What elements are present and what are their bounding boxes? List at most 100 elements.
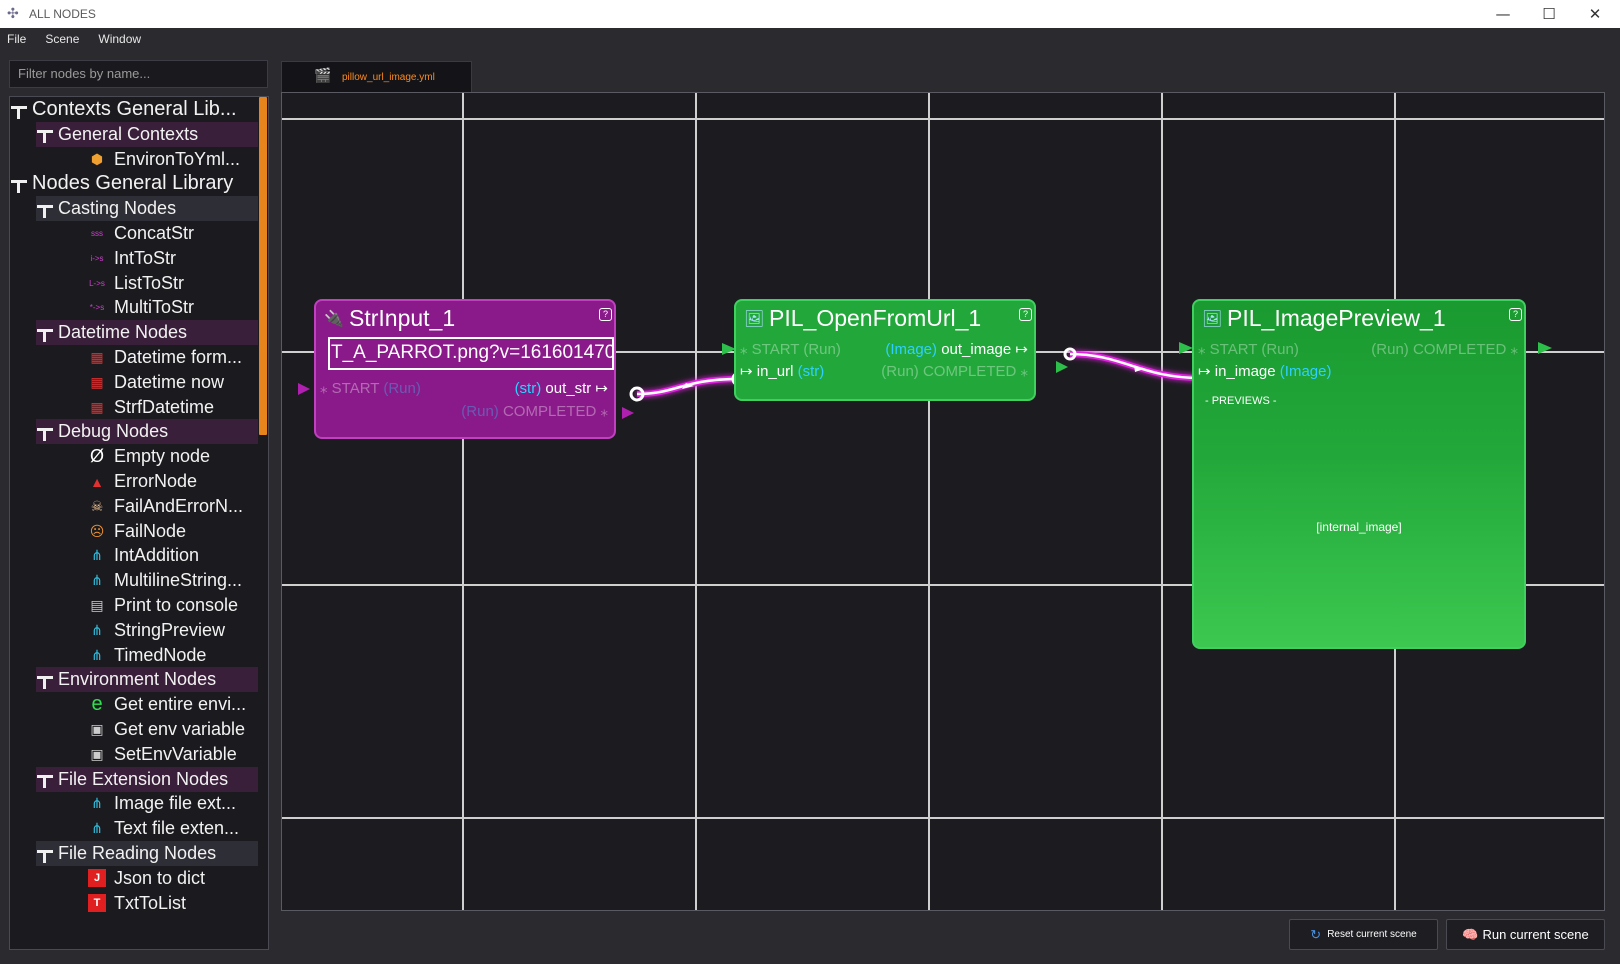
tree-item-label: FailNode bbox=[114, 520, 187, 541]
variable-box-icon: ▣ bbox=[90, 721, 104, 737]
tree-item-label: Text file exten... bbox=[114, 818, 240, 839]
tree-node-item[interactable]: i->s IntToStr bbox=[88, 246, 176, 271]
e-letter-icon: e bbox=[91, 693, 103, 716]
tree-node-item[interactable]: sss ConcatStr bbox=[88, 221, 194, 246]
tab-scene-file[interactable]: 🎬 pillow_url_image.yml bbox=[281, 61, 472, 92]
tree-category[interactable]: Environment Nodes bbox=[36, 667, 258, 693]
string-value-input[interactable]: T_A_PARROT.png?v=1616014705 bbox=[328, 337, 614, 370]
filter-nodes-input[interactable]: Filter nodes by name... bbox=[9, 60, 268, 88]
tree-item-label: TxtToList bbox=[114, 892, 187, 913]
node-pil-imagepreview[interactable]: 🖼 PIL_ImagePreview_1 ? ⁎ START (Run) (Ru… bbox=[1192, 299, 1526, 649]
tree-scrollbar[interactable] bbox=[259, 97, 267, 435]
tree-node-item[interactable]: ▤ Print to console bbox=[88, 593, 238, 618]
collapse-tee-icon[interactable] bbox=[36, 125, 54, 144]
tree-item-label: StrfDatetime bbox=[114, 396, 215, 417]
menu-file[interactable]: File bbox=[0, 32, 33, 46]
tree-node-item[interactable]: ⋔ TimedNode bbox=[88, 643, 206, 668]
tree-node-item[interactable]: *->s MultiToStr bbox=[88, 295, 194, 320]
collapse-tee-icon[interactable] bbox=[36, 423, 54, 441]
collapse-tee-icon[interactable] bbox=[36, 671, 54, 689]
tree-item-label: File Extension Nodes bbox=[58, 768, 229, 789]
tree-node-item[interactable]: ⋔ IntAddition bbox=[88, 543, 199, 568]
node-canvas[interactable]: 🔌 StrInput_1 ? T_A_PARROT.png?v=16160147… bbox=[281, 92, 1605, 911]
menu-scene[interactable]: Scene bbox=[38, 32, 86, 46]
tree-item-label: File Reading Nodes bbox=[58, 843, 217, 863]
close-icon[interactable]: ✕ bbox=[1572, 0, 1618, 28]
int-to-str-icon: i->s bbox=[90, 253, 104, 263]
graph-node-icon: ⋔ bbox=[91, 547, 103, 564]
tree-item-label: Datetime form... bbox=[114, 347, 243, 367]
tree-category[interactable]: Casting Nodes bbox=[36, 196, 258, 222]
tree-category[interactable]: Nodes General Library bbox=[10, 171, 250, 196]
tree-item-label: ListToStr bbox=[114, 272, 185, 293]
reset-scene-button[interactable]: ↻ Reset current scene bbox=[1289, 919, 1438, 950]
port-start: ⁎ START (Run) bbox=[740, 341, 841, 358]
run-scene-button[interactable]: 🧠 Run current scene bbox=[1446, 919, 1605, 950]
tree-node-item[interactable]: L->s ListToStr bbox=[88, 271, 184, 296]
tree-node-item[interactable]: T TxtToList bbox=[88, 891, 186, 916]
port-start: ⁎ START (Run) bbox=[1198, 341, 1299, 358]
tree-category[interactable]: File Reading Nodes bbox=[36, 841, 258, 866]
collapse-tee-icon[interactable] bbox=[10, 175, 28, 193]
tree-node-item[interactable]: ⬢ EnvironToYml... bbox=[88, 147, 240, 172]
tree-node-item[interactable]: ⋔ StringPreview bbox=[88, 618, 225, 643]
tree-node-item[interactable]: ⋔ Image file ext... bbox=[88, 791, 236, 816]
tree-item-label: Datetime Nodes bbox=[58, 322, 188, 343]
port-in-image-label: ↦ in_image (Image) bbox=[1198, 363, 1332, 380]
window-title: ALL NODES bbox=[29, 7, 96, 21]
tree-node-item[interactable]: ▦ StrfDatetime bbox=[88, 395, 214, 420]
tree-item-label: StringPreview bbox=[114, 619, 226, 640]
help-icon[interactable]: ? bbox=[1509, 308, 1522, 321]
node-strinput[interactable]: 🔌 StrInput_1 ? T_A_PARROT.png?v=16160147… bbox=[314, 299, 616, 439]
menu-window[interactable]: Window bbox=[91, 32, 148, 46]
tree-item-label: ConcatStr bbox=[114, 223, 195, 243]
help-icon[interactable]: ? bbox=[599, 308, 612, 321]
tree-category[interactable]: Datetime Nodes bbox=[36, 320, 258, 346]
tree-category[interactable]: Debug Nodes bbox=[36, 419, 258, 445]
maximize-icon[interactable]: ☐ bbox=[1526, 0, 1572, 28]
empty-set-icon: Ø bbox=[89, 446, 104, 467]
tree-category[interactable]: General Contexts bbox=[36, 121, 258, 147]
skull-icon: ☠ bbox=[90, 497, 104, 514]
minimize-icon[interactable]: — bbox=[1480, 0, 1526, 28]
title-bar: ✣ ALL NODES — ☐ ✕ bbox=[0, 0, 1620, 28]
tree-item-label: ErrorNode bbox=[114, 471, 198, 491]
tree-node-item[interactable]: ▲ ErrorNode bbox=[88, 469, 197, 494]
tree-node-item[interactable]: ☹ FailNode bbox=[88, 519, 186, 544]
node-pil-openfromurl[interactable]: 🖼 PIL_OpenFromUrl_1 ? ⁎ START (Run) (Ima… bbox=[734, 299, 1036, 401]
tree-node-item[interactable]: ⋔ Text file exten... bbox=[88, 816, 239, 841]
port-out-str-label: (str) out_str ↦ bbox=[514, 380, 608, 397]
collapse-tee-icon[interactable] bbox=[10, 101, 28, 119]
tree-category[interactable]: File Extension Nodes bbox=[36, 766, 258, 792]
tree-node-item[interactable]: ▦ Datetime now bbox=[88, 370, 224, 395]
help-icon[interactable]: ? bbox=[1019, 308, 1032, 321]
port-completed: (Run) COMPLETED ⁎ bbox=[1371, 341, 1518, 358]
collapse-tee-icon[interactable] bbox=[36, 200, 54, 218]
collapse-tee-icon[interactable] bbox=[36, 770, 54, 789]
tree-node-item[interactable]: ⋔ MultilineString... bbox=[88, 568, 242, 593]
tree-node-item[interactable]: ▣ SetEnvVariable bbox=[88, 742, 236, 767]
menu-bar: File Scene Window bbox=[0, 28, 1620, 50]
reset-scene-label: Reset current scene bbox=[1327, 929, 1417, 940]
tree-item-label: Print to console bbox=[114, 595, 239, 615]
tree-item-label: MultiToStr bbox=[114, 297, 195, 318]
txt-icon: T bbox=[88, 894, 106, 913]
collapse-tee-icon[interactable] bbox=[36, 324, 54, 342]
tree-node-item[interactable]: ☠ FailAndErrorN... bbox=[88, 494, 243, 519]
run-scene-label: Run current scene bbox=[1482, 927, 1589, 942]
node-title: PIL_OpenFromUrl_1 bbox=[769, 305, 982, 331]
collapse-tee-icon[interactable] bbox=[36, 845, 54, 863]
tree-node-item[interactable]: J Json to dict bbox=[88, 866, 205, 891]
plug-icon: 🔌 bbox=[324, 309, 344, 328]
sss-icon: sss bbox=[91, 229, 103, 238]
tree-node-item[interactable]: ▣ Get env variable bbox=[88, 717, 245, 742]
tree-category[interactable]: Contexts General Lib... bbox=[10, 97, 250, 122]
node-title: PIL_ImagePreview_1 bbox=[1227, 305, 1446, 331]
port-completed: (Run) COMPLETED ⁎ bbox=[881, 363, 1028, 380]
tree-item-label: General Contexts bbox=[58, 123, 199, 144]
tree-node-item[interactable]: ▦ Datetime form... bbox=[88, 345, 242, 370]
tree-node-item[interactable]: e Get entire envi... bbox=[88, 692, 246, 717]
tree-node-item[interactable]: Ø Empty node bbox=[88, 444, 210, 469]
port-in-url-label: ↦ in_url (str) bbox=[740, 363, 825, 380]
refresh-icon: ↻ bbox=[1310, 926, 1322, 942]
